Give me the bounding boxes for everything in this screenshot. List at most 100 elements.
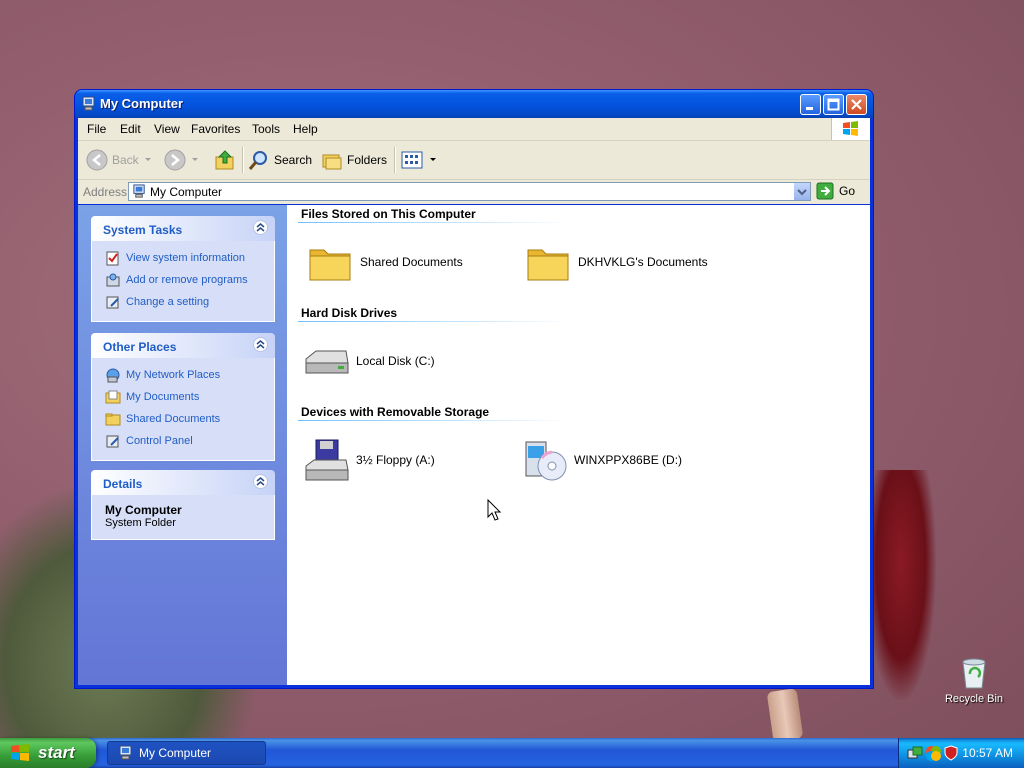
task-add-remove-programs[interactable]: Add or remove programs: [92, 269, 274, 291]
place-shared-documents[interactable]: Shared Documents: [92, 408, 274, 430]
recycle-bin-label: Recycle Bin: [944, 693, 1004, 705]
cd-drive-icon: [525, 441, 567, 481]
search-button[interactable]: Search: [248, 148, 312, 172]
explorer-body: System Tasks View system information Add…: [78, 205, 870, 685]
group-files-stored: Files Stored on This Computer: [301, 207, 476, 221]
system-tasks-panel: System Tasks View system information Add…: [91, 216, 275, 322]
menu-tools[interactable]: Tools: [252, 122, 280, 136]
computer-icon: [119, 745, 132, 760]
maximize-button[interactable]: [823, 94, 844, 115]
place-label: My Network Places: [126, 369, 221, 381]
floppy-drive-icon: [305, 439, 349, 481]
taskbar: start My Computer 10:57 AM: [0, 738, 1024, 768]
address-input[interactable]: My Computer: [128, 182, 811, 201]
address-dropdown-button[interactable]: [793, 183, 810, 200]
desktop-wallpaper-chili: [866, 470, 936, 700]
item-label: DKHVKLG's Documents: [578, 255, 708, 269]
system-tray: 10:57 AM: [898, 738, 1024, 768]
address-value: My Computer: [150, 185, 223, 199]
menu-file[interactable]: File: [87, 122, 106, 136]
my-documents-icon: [105, 390, 121, 404]
other-places-panel: Other Places My Network Places My Docume…: [91, 333, 275, 461]
task-label: View system information: [126, 252, 246, 264]
start-button[interactable]: start: [0, 738, 96, 768]
back-label: Back: [112, 153, 139, 167]
up-folder-button[interactable]: [214, 148, 236, 172]
network-tray-icon[interactable]: [907, 745, 923, 761]
menu-view[interactable]: View: [154, 122, 180, 136]
toolbar-separator: [242, 147, 244, 173]
close-icon: [851, 99, 862, 110]
task-view-system-info[interactable]: View system information: [92, 247, 274, 269]
taskbar-button-label: My Computer: [139, 746, 212, 760]
place-label: Shared Documents: [126, 413, 221, 425]
group-divider: [298, 420, 571, 421]
close-button[interactable]: [846, 94, 867, 115]
task-change-setting[interactable]: Change a setting: [92, 291, 274, 313]
menu-bar: File Edit View Favorites Tools Help: [78, 118, 870, 141]
folders-button[interactable]: Folders: [321, 148, 387, 172]
folder-icon: [309, 249, 351, 281]
other-places-header[interactable]: Other Places: [91, 333, 275, 358]
security-alert-tray-icon[interactable]: [925, 745, 941, 761]
title-bar[interactable]: My Computer: [75, 90, 873, 118]
recycle-bin-icon: [962, 658, 986, 689]
item-local-disk-c[interactable]: Local Disk (C:): [302, 337, 435, 385]
folders-label: Folders: [347, 153, 388, 167]
details-header[interactable]: Details: [91, 470, 275, 495]
group-divider: [298, 222, 571, 223]
collapse-icon[interactable]: [253, 220, 268, 235]
windows-flag-icon: [11, 744, 29, 761]
place-label: Control Panel: [126, 435, 193, 447]
hard-disk-icon: [305, 350, 349, 374]
folders-icon: [322, 154, 342, 170]
folder-icon: [105, 413, 121, 426]
task-label: Add or remove programs: [126, 274, 248, 286]
details-title: Details: [103, 477, 143, 491]
group-divider: [298, 321, 571, 322]
place-control-panel[interactable]: Control Panel: [92, 430, 274, 452]
windows-logo: [831, 118, 870, 140]
shield-icon[interactable]: [943, 745, 959, 761]
chevron-down-icon: [430, 158, 436, 161]
minimize-button[interactable]: [800, 94, 821, 115]
place-my-documents[interactable]: My Documents: [92, 386, 274, 408]
item-floppy-a[interactable]: 3½ Floppy (A:): [302, 436, 435, 484]
forward-button[interactable]: [164, 148, 200, 172]
standard-toolbar: Back Search Folders: [78, 141, 870, 180]
toolbar-separator: [394, 147, 396, 173]
views-button[interactable]: [401, 148, 437, 172]
item-cd-drive-d[interactable]: WINXPPX86BE (D:): [520, 436, 682, 484]
computer-icon: [82, 96, 95, 111]
go-button[interactable]: Go: [816, 182, 855, 200]
clock[interactable]: 10:57 AM: [962, 746, 1013, 760]
collapse-icon[interactable]: [253, 474, 268, 489]
system-tasks-title: System Tasks: [103, 223, 183, 237]
place-label: My Documents: [126, 391, 200, 403]
go-label: Go: [839, 184, 856, 198]
details-item-name: My Computer: [105, 503, 182, 517]
item-label: WINXPPX86BE (D:): [574, 453, 683, 467]
item-label: Local Disk (C:): [356, 354, 435, 368]
item-user-documents[interactable]: DKHVKLG's Documents: [524, 238, 708, 286]
back-button[interactable]: Back: [86, 148, 153, 172]
mouse-cursor-icon: [487, 499, 502, 521]
task-pane: System Tasks View system information Add…: [78, 205, 287, 685]
place-my-network-places[interactable]: My Network Places: [92, 364, 274, 386]
system-tasks-header[interactable]: System Tasks: [91, 216, 275, 241]
taskbar-button-my-computer[interactable]: My Computer: [107, 741, 266, 765]
desktop-wallpaper-stick: [766, 688, 804, 742]
menu-help[interactable]: Help: [293, 122, 318, 136]
folder-icon: [527, 249, 569, 281]
menu-edit[interactable]: Edit: [120, 122, 141, 136]
details-panel: Details My Computer System Folder: [91, 470, 275, 540]
go-arrow-icon: [816, 182, 834, 200]
menu-favorites[interactable]: Favorites: [191, 122, 240, 136]
collapse-icon[interactable]: [253, 337, 268, 352]
item-shared-documents[interactable]: Shared Documents: [306, 238, 463, 286]
details-item-type: System Folder: [105, 517, 176, 529]
recycle-bin-desktop-icon[interactable]: Recycle Bin: [944, 656, 1004, 705]
content-pane: Files Stored on This Computer Shared Doc…: [288, 205, 870, 685]
item-label: Shared Documents: [360, 255, 463, 269]
windows-flag-icon: [843, 121, 858, 136]
